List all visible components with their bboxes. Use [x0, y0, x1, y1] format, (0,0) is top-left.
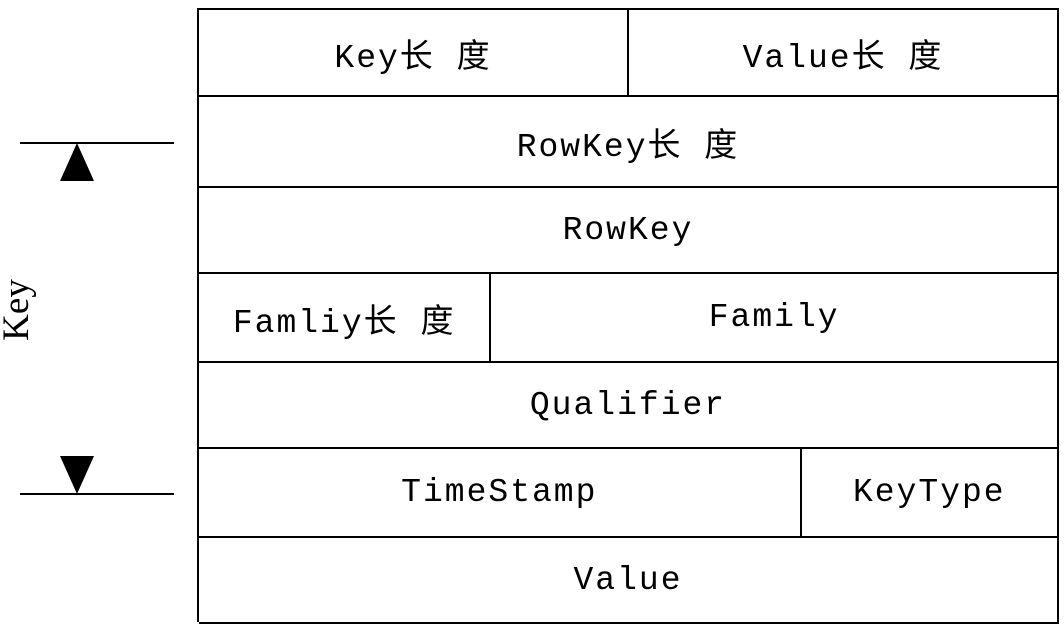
table-row: Value: [199, 538, 1059, 624]
cell-key-length: Key长 度: [199, 10, 629, 95]
bracket-top-rule: [20, 142, 174, 144]
cell-value: Value: [573, 561, 683, 599]
table-row: TimeStamp KeyType: [199, 449, 1059, 538]
table-row: RowKey长 度: [199, 97, 1059, 188]
table-row: Qualifier: [199, 363, 1059, 449]
bracket-bottom-rule: [20, 493, 174, 495]
table-row: Key长 度 Value长 度: [199, 10, 1059, 97]
cell-qualifier: Qualifier: [529, 386, 727, 424]
keyvalue-structure-table: Key长 度 Value长 度 RowKey长 度 RowKey Famliy长…: [197, 8, 1059, 624]
cell-timestamp: TimeStamp: [199, 449, 802, 536]
cell-rowkey-length: RowKey长 度: [516, 128, 740, 166]
cell-family-length: Famliy长 度: [199, 274, 492, 361]
cell-value-length: Value长 度: [742, 39, 944, 77]
key-span-label: Key: [0, 279, 37, 341]
cell-family: Family: [708, 299, 840, 336]
cell-rowkey: RowKey: [562, 211, 694, 249]
diagram-canvas: Key Key长 度 Value长 度 RowKey长 度 RowKey Fam…: [0, 0, 1064, 632]
key-span-bracket: Key: [0, 0, 196, 632]
table-row: Famliy长 度 Family: [199, 274, 1059, 363]
table-row: RowKey: [199, 188, 1059, 274]
arrow-down-icon: [60, 456, 94, 494]
arrow-up-icon: [60, 143, 94, 181]
cell-keytype: KeyType: [852, 474, 1006, 511]
